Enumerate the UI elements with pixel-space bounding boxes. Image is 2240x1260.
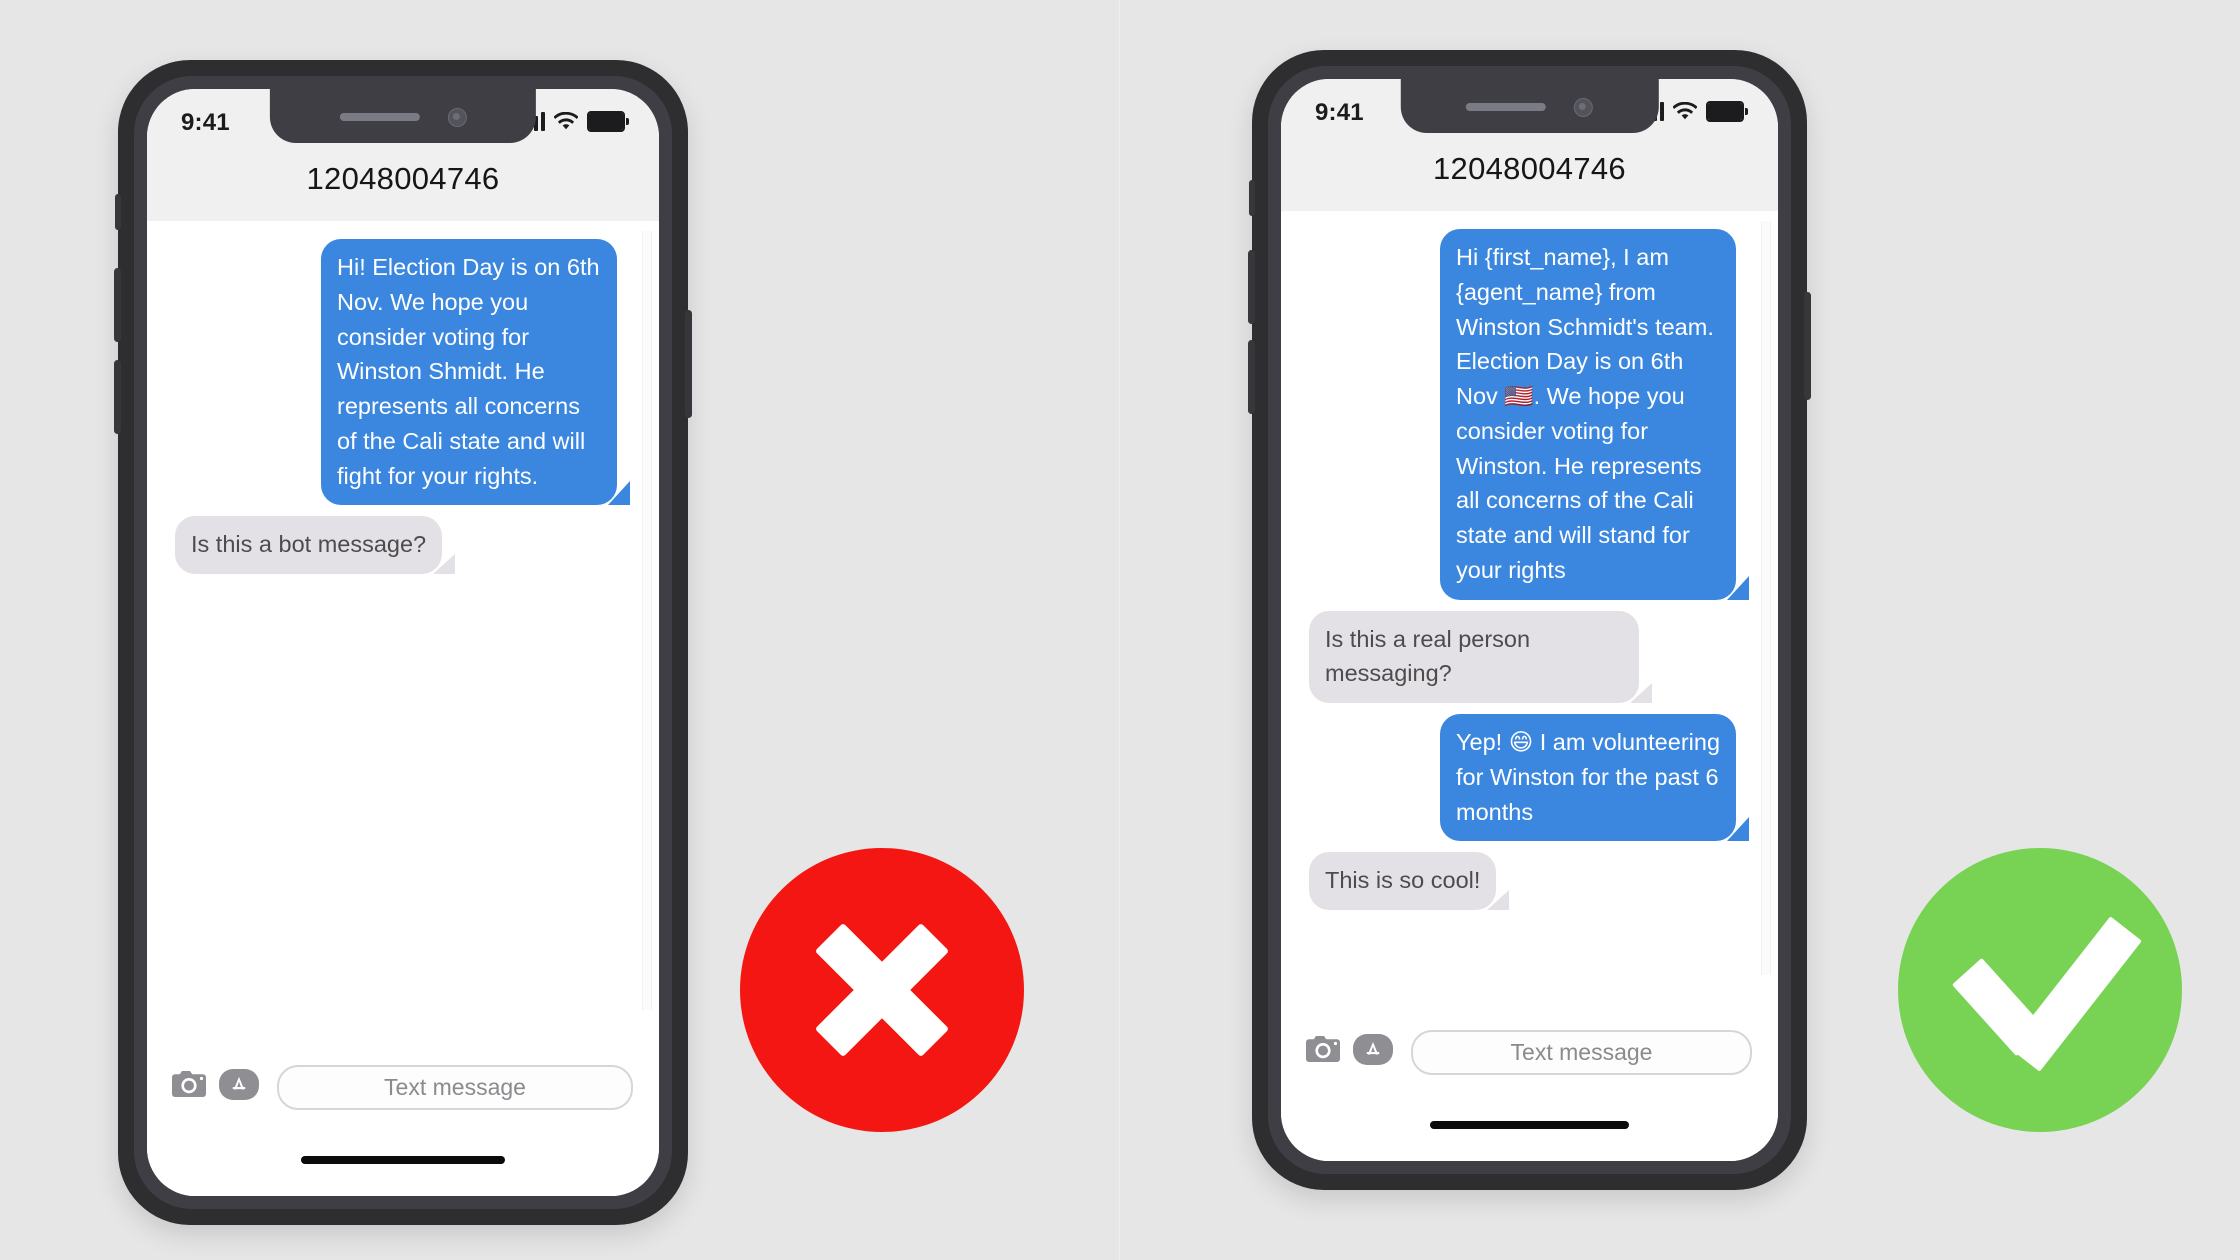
message-bubble-outgoing[interactable]: Hi {first_name}, I am {agent_name} from … xyxy=(1440,229,1749,600)
status-bar: 9:41 xyxy=(1281,79,1778,153)
comparison-stage: 9:41 12048004746 Hi! Election Day is on … xyxy=(0,0,2240,1260)
conversation-header: 12048004746 xyxy=(147,163,659,221)
camera-icon xyxy=(170,1069,208,1099)
message-bubble-outgoing[interactable]: Yep! 😄 I am volunteering for Winston for… xyxy=(1440,714,1749,842)
phone-bezel: 9:41 12048004746 xyxy=(134,76,672,1209)
silent-switch-button[interactable] xyxy=(115,194,121,230)
message-bubble-incoming[interactable]: This is so cool! xyxy=(1309,852,1510,911)
volume-down-button[interactable] xyxy=(1248,340,1255,414)
panel-bad-example: 9:41 12048004746 Hi! Election Day is on … xyxy=(0,0,1120,1260)
volume-up-button[interactable] xyxy=(1248,250,1255,324)
wifi-icon xyxy=(553,111,579,131)
text-message-placeholder: Text message xyxy=(384,1074,526,1100)
silent-switch-button[interactable] xyxy=(1249,180,1255,216)
text-message-input[interactable]: Text message xyxy=(1411,1030,1752,1075)
red-cross-badge xyxy=(740,848,1024,1132)
camera-button[interactable] xyxy=(1303,1029,1343,1069)
phone-bezel: 9:41 12048004746 xyxy=(1268,66,1791,1174)
volume-up-button[interactable] xyxy=(114,268,121,342)
text-message-placeholder: Text message xyxy=(1510,1039,1653,1065)
home-indicator-area xyxy=(147,1152,659,1196)
home-indicator-area xyxy=(1281,1117,1778,1161)
camera-button[interactable] xyxy=(169,1064,209,1104)
message-row: Hi! Election Day is on 6th Nov. We hope … xyxy=(169,239,631,506)
phone-screen-bad: 9:41 12048004746 Hi! Election Day is on … xyxy=(147,89,659,1196)
app-store-button[interactable] xyxy=(1353,1029,1393,1069)
battery-full-icon xyxy=(587,111,629,132)
front-camera-icon xyxy=(1574,97,1593,117)
front-camera-icon xyxy=(447,107,467,127)
earpiece-speaker-icon xyxy=(339,113,420,121)
phone-mockup-bad: 9:41 12048004746 Hi! Election Day is on … xyxy=(114,60,692,1225)
notch xyxy=(1400,79,1659,133)
app-store-icon xyxy=(219,1068,259,1100)
message-list-good: Hi {first_name}, I am {agent_name} from … xyxy=(1281,211,1778,1021)
status-bar-time: 9:41 xyxy=(1315,99,1364,126)
text-message-input[interactable]: Text message xyxy=(277,1065,633,1110)
panel-good-example: 9:41 12048004746 Hi {first_name}, I am {… xyxy=(1120,0,2240,1260)
conversation-header: 12048004746 xyxy=(1281,153,1778,211)
wifi-icon xyxy=(1672,101,1698,121)
power-button[interactable] xyxy=(1804,292,1811,400)
message-list-bad: Hi! Election Day is on 6th Nov. We hope … xyxy=(147,221,659,1056)
phone-mockup-good: 9:41 12048004746 Hi {first_name}, I am {… xyxy=(1248,50,1811,1190)
message-row: Is this a real person messaging? xyxy=(1303,610,1750,704)
message-bubble-outgoing[interactable]: Hi! Election Day is on 6th Nov. We hope … xyxy=(321,239,630,506)
red-cross-icon xyxy=(807,915,957,1065)
earpiece-speaker-icon xyxy=(1466,103,1546,111)
message-input-bar: Text message xyxy=(147,1056,659,1152)
home-indicator[interactable] xyxy=(300,1156,506,1164)
message-row: This is so cool! xyxy=(1303,852,1750,911)
conversation-title: 12048004746 xyxy=(306,161,500,196)
app-store-button[interactable] xyxy=(219,1064,259,1104)
message-row: Hi {first_name}, I am {agent_name} from … xyxy=(1303,229,1750,600)
battery-full-icon xyxy=(1706,101,1748,122)
green-check-icon xyxy=(1951,916,2142,1072)
message-bubble-incoming[interactable]: Is this a real person messaging? xyxy=(1309,610,1652,704)
volume-down-button[interactable] xyxy=(114,360,121,434)
app-store-icon xyxy=(1353,1033,1393,1065)
home-indicator[interactable] xyxy=(1430,1121,1629,1129)
conversation-title: 12048004746 xyxy=(1433,151,1626,186)
message-bubble-incoming[interactable]: Is this a bot message? xyxy=(175,516,456,575)
notch xyxy=(269,89,537,143)
camera-icon xyxy=(1304,1034,1342,1064)
message-input-bar: Text message xyxy=(1281,1021,1778,1117)
power-button[interactable] xyxy=(685,310,692,418)
message-scrollbar[interactable] xyxy=(1761,221,1771,975)
message-row: Is this a bot message? xyxy=(169,516,631,575)
status-bar-time: 9:41 xyxy=(181,109,230,136)
message-row: Yep! 😄 I am volunteering for Winston for… xyxy=(1303,714,1750,842)
phone-screen-good: 9:41 12048004746 Hi {first_name}, I am {… xyxy=(1281,79,1778,1161)
message-scrollbar[interactable] xyxy=(642,231,652,1010)
green-check-badge xyxy=(1898,848,2182,1132)
status-bar: 9:41 xyxy=(147,89,659,163)
